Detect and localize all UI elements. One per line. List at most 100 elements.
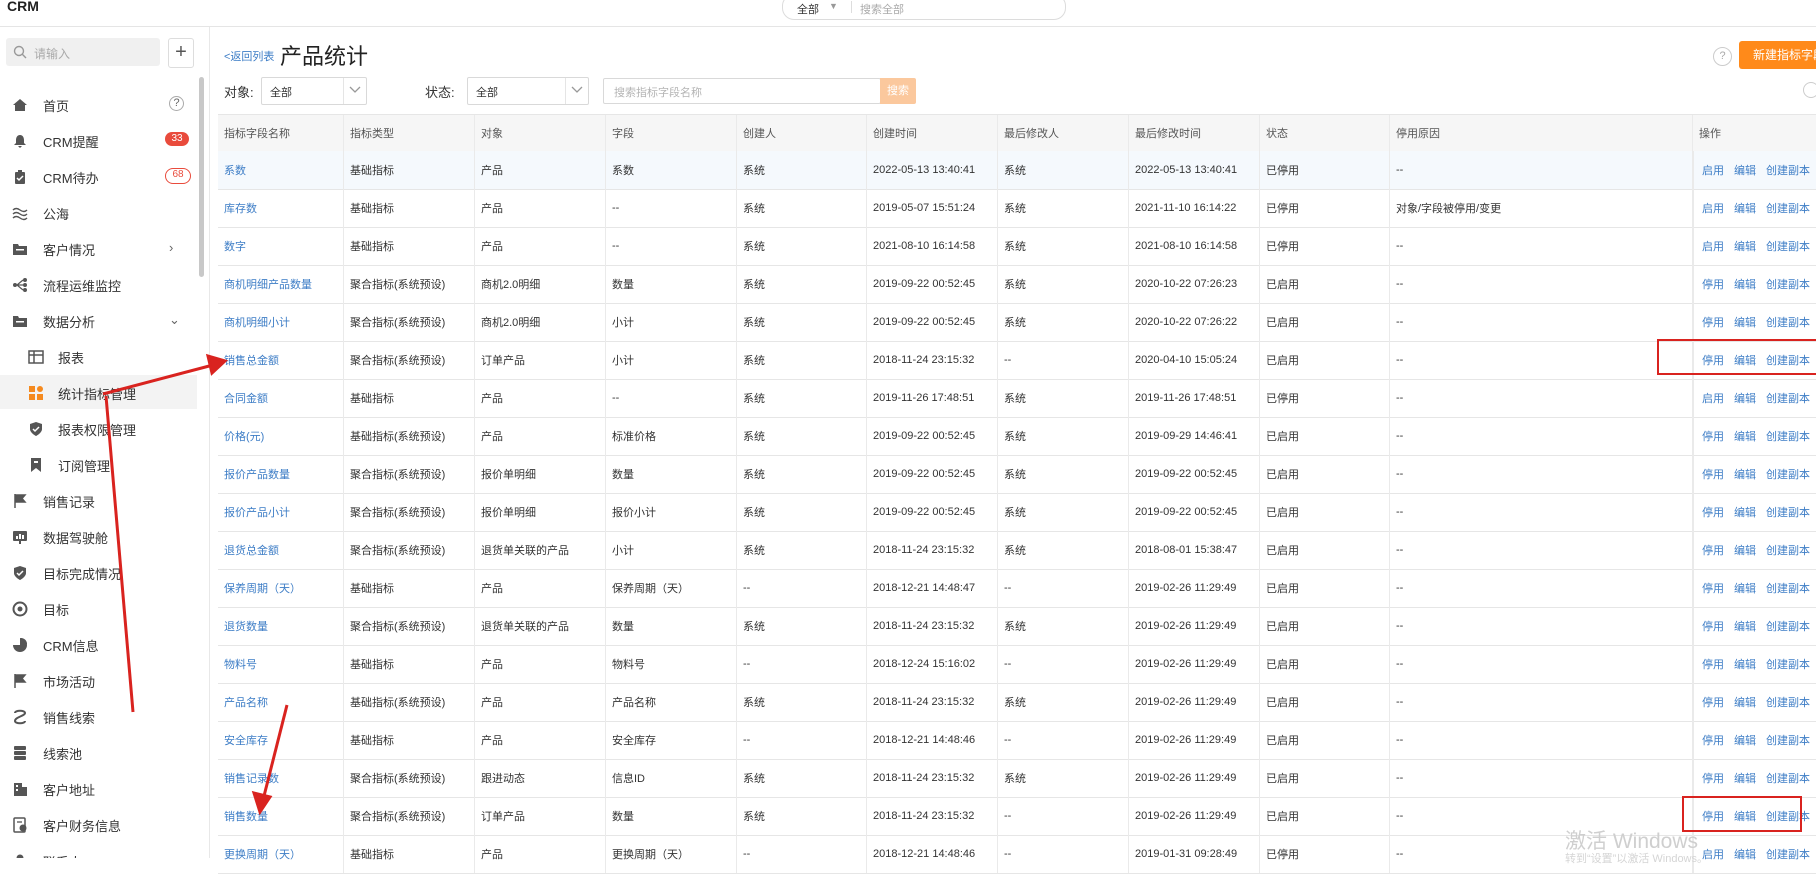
metric-name-link[interactable]: 数字 [218, 227, 344, 265]
sidebar-item[interactable]: 目标 [0, 591, 197, 625]
edit-button[interactable]: 编辑 [1734, 618, 1756, 634]
sidebar-scrollbar[interactable] [199, 77, 204, 277]
sidebar-item[interactable]: 客户地址 [0, 771, 197, 805]
enable-button[interactable]: 启用 [1702, 390, 1724, 406]
sidebar-item[interactable]: 公海 [0, 195, 197, 229]
disable-button[interactable]: 停用 [1702, 428, 1724, 444]
metric-name-link[interactable]: 商机明细小计 [218, 303, 344, 341]
disable-button[interactable]: 停用 [1702, 504, 1724, 520]
table-row[interactable]: 安全库存 基础指标 产品 安全库存 -- 2018-12-21 14:48:46 -- 201… [218, 721, 1816, 760]
table-row[interactable]: 销售记录数 聚合指标(系统预设) 跟进动态 信息ID 系统 2018-11-24 23:1… [218, 759, 1816, 798]
disable-button[interactable]: 停用 [1702, 732, 1724, 748]
sidebar-item[interactable]: 流程运维监控 [0, 267, 197, 301]
edit-button[interactable]: 编辑 [1734, 314, 1756, 330]
disable-button[interactable]: 停用 [1702, 542, 1724, 558]
sidebar-item[interactable]: CRM待办 68 [0, 159, 197, 193]
create-copy-button[interactable]: 创建副本 [1766, 732, 1810, 748]
sidebar-item[interactable]: 数据分析 ⌄ [0, 303, 197, 337]
sidebar-item[interactable]: 线索池 [0, 735, 197, 769]
edit-button[interactable]: 编辑 [1734, 390, 1756, 406]
create-copy-button[interactable]: 创建副本 [1766, 162, 1810, 178]
metric-name-link[interactable]: 销售总金额 [218, 341, 344, 379]
sidebar-item[interactable]: 目标完成情况 [0, 555, 197, 589]
sidebar-item[interactable]: 联系人 [0, 843, 197, 858]
metric-name-link[interactable]: 产品名称 [218, 683, 344, 721]
sidebar-item[interactable]: 报表权限管理 [0, 411, 197, 445]
enable-button[interactable]: 启用 [1702, 200, 1724, 216]
table-row[interactable]: 数字 基础指标 产品 -- 系统 2021-08-10 16:14:58 系统 2021-08… [218, 227, 1816, 266]
table-row[interactable]: 物料号 基础指标 产品 物料号 -- 2018-12-24 15:16:02 -- 2019-… [218, 645, 1816, 684]
edit-button[interactable]: 编辑 [1734, 846, 1756, 862]
edit-button[interactable]: 编辑 [1734, 276, 1756, 292]
chevron-down-icon[interactable] [343, 78, 366, 104]
edit-button[interactable]: 编辑 [1734, 428, 1756, 444]
edit-button[interactable]: 编辑 [1734, 732, 1756, 748]
back-to-list-link[interactable]: <返回列表 [224, 48, 274, 64]
create-copy-button[interactable]: 创建副本 [1766, 276, 1810, 292]
global-search[interactable]: 全部 ▼ 搜索全部 [782, 0, 1066, 20]
edit-button[interactable]: 编辑 [1734, 656, 1756, 672]
create-copy-button[interactable]: 创建副本 [1766, 428, 1810, 444]
metric-name-link[interactable]: 退货数量 [218, 607, 344, 645]
sidebar-item[interactable]: 客户情况 › [0, 231, 197, 265]
sidebar-item[interactable]: 市场活动 [0, 663, 197, 697]
edit-button[interactable]: 编辑 [1734, 162, 1756, 178]
metric-name-link[interactable]: 保养周期（天） [218, 569, 344, 607]
metric-name-link[interactable]: 物料号 [218, 645, 344, 683]
help-icon[interactable]: ? [1713, 47, 1732, 66]
metric-name-link[interactable]: 销售数量 [218, 797, 344, 835]
disable-button[interactable]: 停用 [1702, 314, 1724, 330]
metric-name-link[interactable]: 退货总金额 [218, 531, 344, 569]
edit-button[interactable]: 编辑 [1734, 542, 1756, 558]
metric-name-link[interactable]: 销售记录数 [218, 759, 344, 797]
sidebar-item[interactable]: 销售记录 [0, 483, 197, 517]
table-row[interactable]: 退货总金额 聚合指标(系统预设) 退货单关联的产品 小计 系统 2018-11-24 23… [218, 531, 1816, 570]
metric-name-link[interactable]: 报价产品数量 [218, 455, 344, 493]
create-copy-button[interactable]: 创建副本 [1766, 466, 1810, 482]
edit-button[interactable]: 编辑 [1734, 200, 1756, 216]
table-row[interactable]: 销售总金额 聚合指标(系统预设) 订单产品 小计 系统 2018-11-24 23:15:… [218, 341, 1816, 380]
object-filter-select[interactable]: 全部 [261, 77, 367, 105]
create-copy-button[interactable]: 创建副本 [1766, 694, 1810, 710]
sidebar-item[interactable]: 报表 [0, 339, 197, 373]
help-icon[interactable]: ? [169, 96, 184, 111]
create-copy-button[interactable]: 创建副本 [1766, 200, 1810, 216]
search-button[interactable]: 搜索 [880, 78, 916, 104]
metric-name-link[interactable]: 合同金额 [218, 379, 344, 417]
create-copy-button[interactable]: 创建副本 [1766, 580, 1810, 596]
status-filter-select[interactable]: 全部 [467, 77, 589, 105]
help-icon[interactable] [1803, 82, 1816, 98]
metric-name-link[interactable]: 更换周期（天） [218, 835, 344, 873]
enable-button[interactable]: 启用 [1702, 238, 1724, 254]
metric-name-link[interactable]: 价格(元) [218, 417, 344, 455]
table-row[interactable]: 商机明细产品数量 聚合指标(系统预设) 商机2.0明细 数量 系统 2019-09-22 … [218, 265, 1816, 304]
disable-button[interactable]: 停用 [1702, 276, 1724, 292]
sidebar-search-input[interactable]: 请输入 [6, 38, 160, 66]
metric-search-input[interactable]: 搜索指标字段名称 [603, 78, 881, 104]
table-row[interactable]: 报价产品小计 聚合指标(系统预设) 报价单明细 报价小计 系统 2019-09-22 00… [218, 493, 1816, 532]
table-row[interactable]: 库存数 基础指标 产品 -- 系统 2019-05-07 15:51:24 系统 2021-1… [218, 189, 1816, 228]
edit-button[interactable]: 编辑 [1734, 504, 1756, 520]
chevron-down-icon[interactable] [565, 78, 588, 104]
sidebar-item[interactable]: CRM信息 [0, 627, 197, 661]
sidebar-item[interactable]: 首页? [0, 87, 197, 121]
create-copy-button[interactable]: 创建副本 [1766, 656, 1810, 672]
chevron-down-icon[interactable]: ▼ [829, 1, 838, 11]
disable-button[interactable]: 停用 [1702, 656, 1724, 672]
table-row[interactable]: 商机明细小计 聚合指标(系统预设) 商机2.0明细 小计 系统 2019-09-22 00… [218, 303, 1816, 342]
metric-name-link[interactable]: 库存数 [218, 189, 344, 227]
metric-name-link[interactable]: 商机明细产品数量 [218, 265, 344, 303]
sidebar-item[interactable]: 订阅管理 [0, 447, 197, 481]
sidebar-item[interactable]: 统计指标管理 [0, 375, 197, 409]
metric-name-link[interactable]: 系数 [218, 151, 344, 189]
enable-button[interactable]: 启用 [1702, 162, 1724, 178]
disable-button[interactable]: 停用 [1702, 580, 1724, 596]
create-copy-button[interactable]: 创建副本 [1766, 618, 1810, 634]
table-row[interactable]: 产品名称 基础指标(系统预设) 产品 产品名称 系统 2018-11-24 23:15:3… [218, 683, 1816, 722]
sidebar-item[interactable]: 数据驾驶舱 [0, 519, 197, 553]
chevron-right-icon[interactable]: › [169, 240, 173, 255]
chevron-down-icon[interactable]: ⌄ [169, 312, 180, 328]
disable-button[interactable]: 停用 [1702, 466, 1724, 482]
create-copy-button[interactable]: 创建副本 [1766, 390, 1810, 406]
disable-button[interactable]: 停用 [1702, 770, 1724, 786]
